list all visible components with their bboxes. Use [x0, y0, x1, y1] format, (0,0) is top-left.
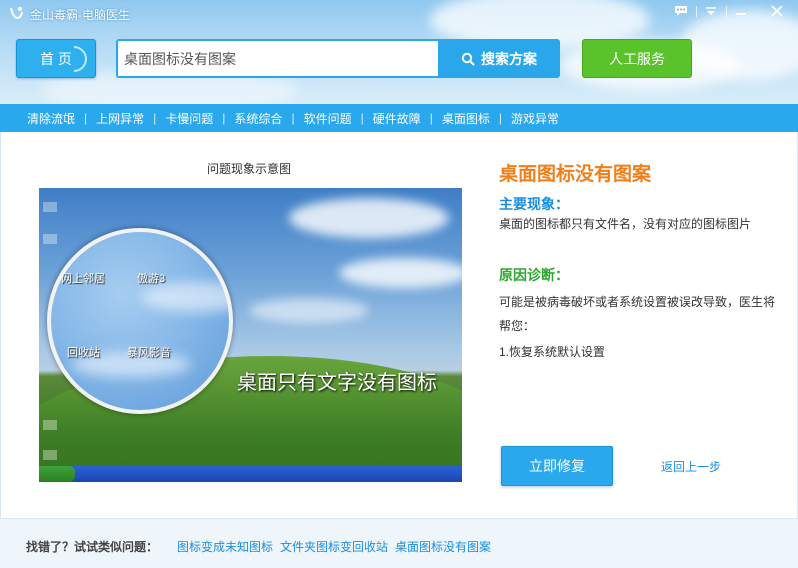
illustration-start-button [39, 466, 75, 482]
category-item-software[interactable]: 软件问题 [304, 110, 352, 127]
problem-title: 桌面图标没有图案 [499, 164, 652, 185]
home-decoration-icon [55, 40, 93, 78]
back-link[interactable]: 返回上一步 [661, 458, 721, 475]
search-input[interactable] [118, 41, 438, 76]
fix-now-button[interactable]: 立即修复 [501, 446, 613, 486]
human-service-label: 人工服务 [609, 50, 665, 67]
category-item-hardware[interactable]: 硬件故障 [373, 110, 421, 127]
titlebar-divider [726, 6, 727, 17]
illustration-cloud [249, 298, 369, 323]
desktop-item [43, 234, 57, 244]
illustration-cloud [289, 198, 449, 238]
desktop-label-maxthon: 傲游3 [137, 273, 166, 285]
search-bar: 搜索方案 [116, 39, 560, 78]
magnifier-circle: 网上邻居 傲游3 回收站 暴风影音 [47, 228, 233, 414]
category-item-games[interactable]: 游戏异常 [511, 110, 559, 127]
titlebar-divider [696, 6, 697, 17]
search-button[interactable]: 搜索方案 [438, 39, 560, 78]
diagnosis-heading: 原因诊断： [499, 267, 569, 283]
desktop-label-network: 网上邻居 [61, 273, 105, 285]
diagnosis-step: 1.恢复系统默认设置 [499, 345, 606, 359]
footer: 找错了？试试类似问题： 图标变成未知图标 文件夹图标变回收站 桌面图标没有图案 [0, 518, 798, 568]
desktop-item [43, 450, 57, 460]
similar-link-unknown-icon[interactable]: 图标变成未知图标 [177, 538, 273, 555]
problem-illustration: 网上邻居 傲游3 回收站 暴风影音 桌面只有文字没有图标 [39, 188, 462, 482]
category-item-network[interactable]: 上网异常 [96, 110, 144, 127]
similar-questions-label: 找错了？试试类似问题： [26, 540, 159, 554]
desktop-label-baofeng: 暴风影音 [127, 347, 171, 359]
nav-separator: | [498, 111, 502, 125]
nav-separator: | [360, 111, 364, 125]
symptom-text: 桌面的图标都只有文件名，没有对应的图标图片 [499, 217, 752, 231]
main-content: 问题现象示意图 网上邻居 傲游3 回收站 暴风影音 桌面只有文字没有图标 桌面图… [0, 132, 798, 518]
nav-separator: | [84, 111, 88, 125]
fix-now-label: 立即修复 [529, 458, 585, 474]
nav-separator: | [153, 111, 157, 125]
minimize-icon[interactable] [730, 2, 752, 20]
desktop-item [43, 202, 57, 212]
nav-separator: | [222, 111, 226, 125]
close-icon[interactable] [766, 2, 788, 20]
desktop-item [43, 420, 57, 430]
desktop-label-recycle-bin: 回收站 [67, 347, 100, 359]
diagnosis-text-line2: 帮您： [499, 319, 536, 333]
category-item-clear-rogue[interactable]: 清除流氓 [27, 110, 75, 127]
similar-link-desktop-icon[interactable]: 桌面图标没有图案 [395, 538, 491, 555]
diagnosis-text-line1: 可能是被病毒破坏或者系统设置被误改导致，医生将 [499, 295, 776, 309]
illustration-overlay-text: 桌面只有文字没有图标 [237, 372, 437, 394]
titlebar: 金山毒霸-电脑医生 [0, 0, 798, 26]
search-icon [461, 52, 475, 66]
magnifier-cloud [141, 282, 229, 312]
home-button[interactable]: 首 页 [16, 39, 96, 78]
category-item-system[interactable]: 系统综合 [234, 110, 282, 127]
search-button-label: 搜索方案 [481, 50, 537, 67]
dropdown-icon[interactable] [700, 2, 722, 20]
category-item-desktop-icons[interactable]: 桌面图标 [442, 110, 490, 127]
figure-caption: 问题现象示意图 [207, 162, 292, 176]
category-nav: 清除流氓 | 上网异常 | 卡慢问题 | 系统综合 | 软件问题 | 硬件故障 … [0, 104, 798, 132]
illustration-taskbar [39, 466, 462, 482]
similar-link-folder-icon[interactable]: 文件夹图标变回收站 [280, 538, 388, 555]
category-item-slow[interactable]: 卡慢问题 [165, 110, 213, 127]
header: 金山毒霸-电脑医生 首 页 搜索方案 人工服务 [0, 0, 798, 104]
nav-separator: | [429, 111, 433, 125]
kingsoft-logo-icon [10, 7, 23, 20]
nav-separator: | [291, 111, 295, 125]
human-service-button[interactable]: 人工服务 [582, 39, 692, 78]
illustration-cloud [339, 258, 462, 288]
chat-icon[interactable] [670, 2, 692, 20]
app-title: 金山毒霸-电脑医生 [30, 8, 130, 22]
